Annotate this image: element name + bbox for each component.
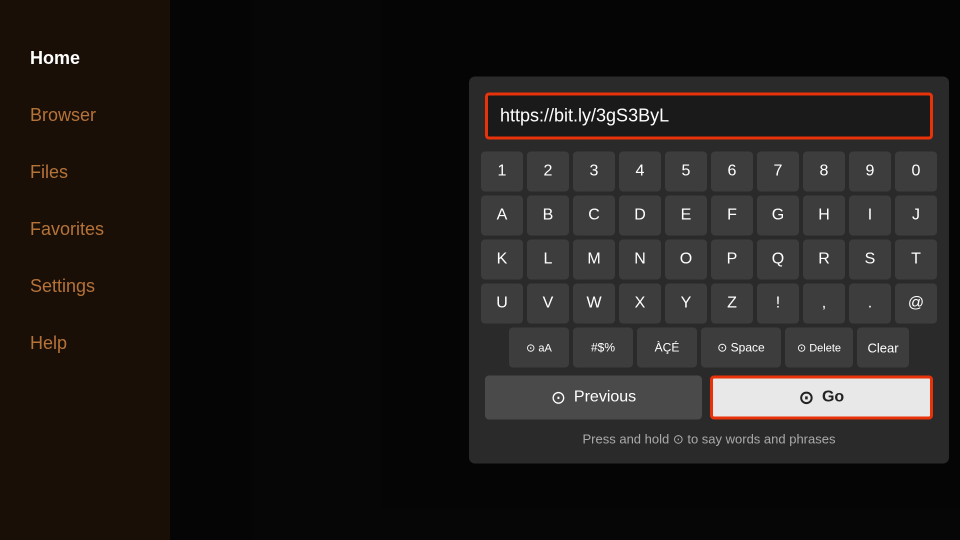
voice-hint: Press and hold ⊙ to say words and phrase…	[485, 432, 933, 448]
key-n[interactable]: N	[619, 240, 661, 280]
key-s[interactable]: S	[849, 240, 891, 280]
previous-icon: ⊙	[551, 387, 566, 408]
key-9[interactable]: 9	[849, 152, 891, 192]
key-clear[interactable]: Clear	[857, 328, 909, 368]
go-button[interactable]: ⊙ Go	[710, 376, 933, 420]
key-exclaim[interactable]: !	[757, 284, 799, 324]
go-label: Go	[822, 389, 844, 407]
key-8[interactable]: 8	[803, 152, 845, 192]
sidebar-item-home[interactable]: Home	[0, 30, 170, 87]
key-row-b: K L M N O P Q R S T	[485, 240, 933, 280]
previous-label: Previous	[574, 389, 636, 407]
key-w[interactable]: W	[573, 284, 615, 324]
key-6[interactable]: 6	[711, 152, 753, 192]
key-period[interactable]: .	[849, 284, 891, 324]
sidebar-item-browser[interactable]: Browser	[0, 87, 170, 144]
key-shift[interactable]: ⊙ aA	[509, 328, 569, 368]
key-at[interactable]: @	[895, 284, 937, 324]
key-c[interactable]: C	[573, 196, 615, 236]
key-2[interactable]: 2	[527, 152, 569, 192]
key-accents[interactable]: ÀÇÉ	[637, 328, 697, 368]
sidebar-item-files[interactable]: Files	[0, 144, 170, 201]
key-3[interactable]: 3	[573, 152, 615, 192]
key-j[interactable]: J	[895, 196, 937, 236]
keyboard-modal: 1 2 3 4 5 6 7 8 9 0 A B C D E F G H	[469, 77, 949, 464]
main-area: ase donation buttons: ) $10 $20 $50 $100…	[170, 0, 960, 540]
key-r[interactable]: R	[803, 240, 845, 280]
sidebar-item-settings[interactable]: Settings	[0, 258, 170, 315]
key-row-a: A B C D E F G H I J	[485, 196, 933, 236]
key-space[interactable]: ⊙ Space	[701, 328, 781, 368]
key-5[interactable]: 5	[665, 152, 707, 192]
key-z[interactable]: Z	[711, 284, 753, 324]
key-4[interactable]: 4	[619, 152, 661, 192]
keyboard: 1 2 3 4 5 6 7 8 9 0 A B C D E F G H	[485, 152, 933, 368]
key-row-special: ⊙ aA #$% ÀÇÉ ⊙ Space ⊙ Delete Clear	[485, 328, 933, 368]
key-p[interactable]: P	[711, 240, 753, 280]
key-f[interactable]: F	[711, 196, 753, 236]
key-u[interactable]: U	[481, 284, 523, 324]
sidebar: Home Browser Files Favorites Settings He…	[0, 0, 170, 540]
key-l[interactable]: L	[527, 240, 569, 280]
sidebar-item-help[interactable]: Help	[0, 315, 170, 372]
key-d[interactable]: D	[619, 196, 661, 236]
sidebar-item-favorites[interactable]: Favorites	[0, 201, 170, 258]
key-delete[interactable]: ⊙ Delete	[785, 328, 853, 368]
key-a[interactable]: A	[481, 196, 523, 236]
key-e[interactable]: E	[665, 196, 707, 236]
key-q[interactable]: Q	[757, 240, 799, 280]
url-input-container[interactable]	[485, 93, 933, 140]
key-g[interactable]: G	[757, 196, 799, 236]
key-symbols[interactable]: #$%	[573, 328, 633, 368]
key-y[interactable]: Y	[665, 284, 707, 324]
key-7[interactable]: 7	[757, 152, 799, 192]
key-i[interactable]: I	[849, 196, 891, 236]
key-h[interactable]: H	[803, 196, 845, 236]
key-row-numbers: 1 2 3 4 5 6 7 8 9 0	[485, 152, 933, 192]
key-k[interactable]: K	[481, 240, 523, 280]
key-t[interactable]: T	[895, 240, 937, 280]
key-row-c: U V W X Y Z ! , . @	[485, 284, 933, 324]
key-v[interactable]: V	[527, 284, 569, 324]
key-1[interactable]: 1	[481, 152, 523, 192]
key-comma[interactable]: ,	[803, 284, 845, 324]
key-b[interactable]: B	[527, 196, 569, 236]
voice-hint-text: Press and hold ⊙ to say words and phrase…	[583, 432, 836, 447]
go-icon: ⊙	[799, 387, 814, 408]
key-x[interactable]: X	[619, 284, 661, 324]
key-m[interactable]: M	[573, 240, 615, 280]
previous-button[interactable]: ⊙ Previous	[485, 376, 702, 420]
bottom-buttons: ⊙ Previous ⊙ Go	[485, 376, 933, 420]
key-o[interactable]: O	[665, 240, 707, 280]
url-input[interactable]	[488, 96, 930, 137]
key-0[interactable]: 0	[895, 152, 937, 192]
